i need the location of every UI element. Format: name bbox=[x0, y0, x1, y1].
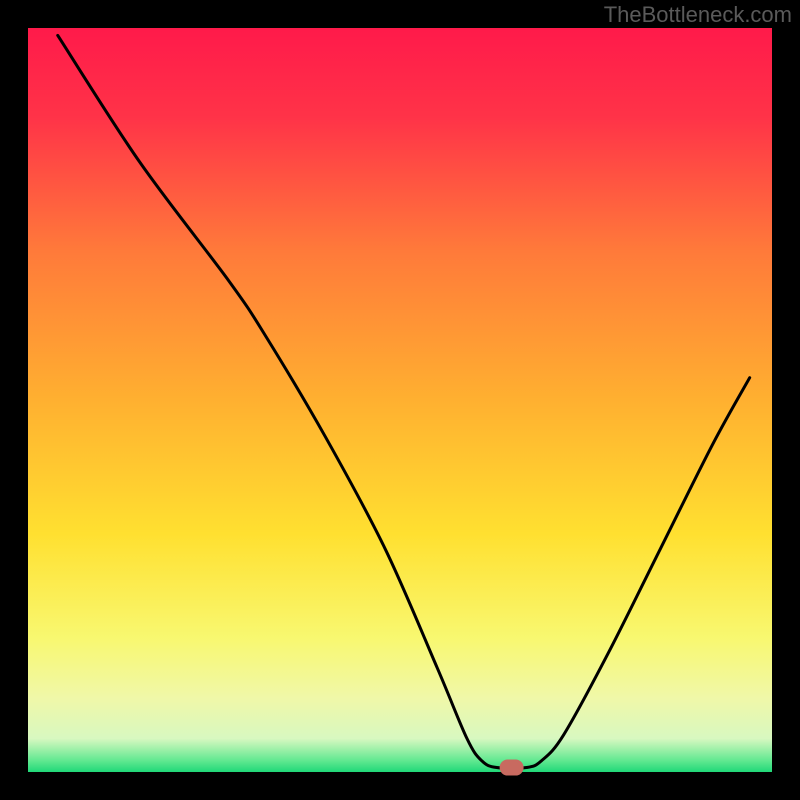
plot-background bbox=[28, 28, 772, 772]
bottleneck-chart bbox=[0, 0, 800, 800]
optimal-marker bbox=[500, 760, 524, 776]
chart-container: TheBottleneck.com bbox=[0, 0, 800, 800]
watermark-text: TheBottleneck.com bbox=[604, 2, 792, 28]
